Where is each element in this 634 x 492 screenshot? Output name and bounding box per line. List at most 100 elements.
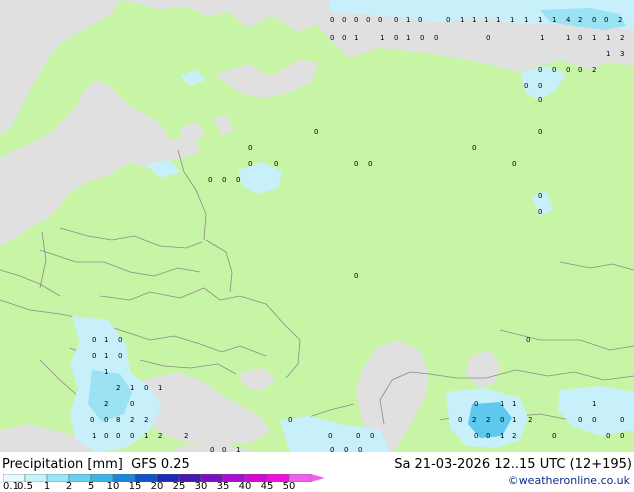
value-label: 0 [458, 416, 462, 424]
value-label: 1 [354, 34, 358, 42]
value-label: 1 [540, 34, 544, 42]
value-label: 0 [446, 16, 450, 24]
value-label: 0 [342, 34, 346, 42]
scale-tick-label: 5 [87, 481, 95, 492]
value-label: 1 [552, 16, 556, 24]
value-label: 0 [330, 34, 334, 42]
precipitation-map[interactable]: 0 0 0 0 0 0 1 0 0 1 1 1 1 1 1 1 1 4 2 0 … [0, 0, 634, 452]
value-label: 0 [566, 66, 570, 74]
value-label: 0 [418, 16, 422, 24]
value-label: 0 [92, 352, 96, 360]
value-label: 0 [524, 82, 528, 90]
value-label: 0 [274, 160, 278, 168]
valid-datetime: Sa 21-03-2026 12..15 UTC (12+195) [394, 457, 632, 472]
value-label: 0 [486, 432, 490, 440]
value-label: 0 [552, 432, 556, 440]
value-label: 2 [144, 416, 148, 424]
map-canvas: 0 0 0 0 0 0 1 0 0 1 1 1 1 1 1 1 1 4 2 0 … [0, 0, 634, 452]
value-label: 1 [158, 384, 162, 392]
value-label: 1 [524, 16, 528, 24]
value-label: 1 [538, 16, 542, 24]
value-label: 1 [592, 34, 596, 42]
value-label: 0 [578, 416, 582, 424]
value-label: 0 [354, 272, 358, 280]
value-label: 1 [92, 432, 96, 440]
value-label: 0 [366, 16, 370, 24]
value-label: 0 [538, 66, 542, 74]
value-label: 0 [538, 128, 542, 136]
value-label: 1 [606, 34, 610, 42]
value-label: 0 [474, 400, 478, 408]
value-label: 0 [118, 352, 122, 360]
value-label: 0 [116, 432, 120, 440]
value-label: 0 [394, 16, 398, 24]
value-label: 0 [104, 432, 108, 440]
value-label: 0 [526, 336, 530, 344]
value-label: 0 [592, 16, 596, 24]
value-label: 0 [92, 336, 96, 344]
value-label: 0 [330, 16, 334, 24]
value-label: 0 [512, 160, 516, 168]
value-label: 0 [354, 160, 358, 168]
value-label: 2 [528, 416, 532, 424]
value-label: 1 [380, 34, 384, 42]
legend: Precipitation [mm] GFS 0.25 Sa 21-03-202… [0, 452, 634, 492]
scale-tick-label: 45 [260, 481, 274, 492]
value-label: 0 [606, 432, 610, 440]
value-label: 0 [538, 192, 542, 200]
value-label: 2 [486, 416, 490, 424]
scale-swatches [3, 474, 325, 482]
scale-tick-label: 30 [194, 481, 208, 492]
scale-tick-label: 0.5 [17, 481, 33, 492]
value-label: 1 [496, 16, 500, 24]
value-label: 1 [500, 432, 504, 440]
value-label: 0 [130, 432, 134, 440]
value-label: 0 [356, 432, 360, 440]
value-label: 0 [538, 96, 542, 104]
value-label: 2 [512, 432, 516, 440]
value-label: 0 [538, 208, 542, 216]
precip-label: Precipitation [mm] [2, 457, 123, 472]
value-label: 1 [104, 336, 108, 344]
scale-tick-label: 2 [65, 481, 73, 492]
value-label: 0 [288, 416, 292, 424]
value-label: 2 [592, 66, 596, 74]
value-label: 0 [118, 336, 122, 344]
scale-tick-label: 40 [238, 481, 252, 492]
scale-tick-label: 20 [150, 481, 164, 492]
value-label: 0 [592, 416, 596, 424]
value-label: 0 [604, 16, 608, 24]
value-label: 2 [620, 34, 624, 42]
value-label: 0 [394, 34, 398, 42]
value-label: 1 [406, 16, 410, 24]
value-label: 2 [116, 384, 120, 392]
value-label: 1 [406, 34, 410, 42]
value-label: 0 [328, 432, 332, 440]
value-label: 2 [578, 16, 582, 24]
value-label: 0 [90, 416, 94, 424]
value-label: 0 [500, 416, 504, 424]
value-label: 2 [130, 416, 134, 424]
value-label: 0 [578, 34, 582, 42]
value-label: 0 [620, 432, 624, 440]
value-label: 0 [248, 144, 252, 152]
credit-link[interactable]: ©weatheronline.co.uk [508, 474, 630, 487]
value-label: 1 [500, 400, 504, 408]
scale-arrow-icon [311, 474, 325, 482]
value-label: 1 [510, 16, 514, 24]
value-label: 2 [184, 432, 188, 440]
scale-tick-label: 50 [282, 481, 296, 492]
scale-tick-label: 25 [172, 481, 186, 492]
value-label: 0 [474, 432, 478, 440]
value-label: 0 [368, 160, 372, 168]
value-label: 1 [566, 34, 570, 42]
value-label: 1 [104, 368, 108, 376]
value-label: 1 [130, 384, 134, 392]
value-label: 1 [484, 16, 488, 24]
value-label: 8 [116, 416, 120, 424]
value-label: 0 [130, 400, 134, 408]
value-label: 0 [208, 176, 212, 184]
scale-tick-label: 1 [43, 481, 51, 492]
value-label: 1 [472, 16, 476, 24]
value-label: 0 [314, 128, 318, 136]
